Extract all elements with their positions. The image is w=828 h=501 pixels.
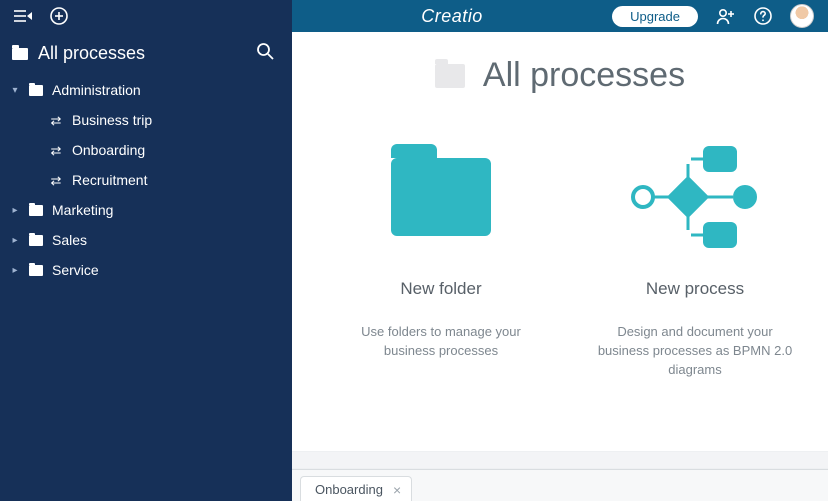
sidebar-item-label: Onboarding — [72, 142, 145, 158]
sidebar-item-label: Marketing — [52, 202, 113, 218]
help-icon[interactable] — [754, 7, 772, 25]
sidebar-item-label: Business trip — [72, 112, 152, 128]
process-icon: ⇄ — [48, 144, 64, 157]
sidebar-item-sales[interactable]: ▸ Sales — [6, 225, 284, 255]
sidebar-item-administration[interactable]: ▾ Administration — [6, 75, 284, 105]
chevron-right-icon: ▸ — [10, 205, 20, 216]
card-title: New folder — [334, 279, 548, 299]
menu-collapse-icon[interactable] — [14, 9, 32, 23]
sidebar-item-label: Administration — [52, 82, 141, 98]
topbar: Creatio Upgrade — [292, 0, 828, 32]
folder-icon — [28, 265, 44, 276]
chevron-right-icon: ▸ — [10, 235, 20, 246]
sidebar-item-service[interactable]: ▸ Service — [6, 255, 284, 285]
add-user-icon[interactable] — [716, 7, 736, 25]
chevron-down-icon: ▾ — [10, 85, 20, 96]
tab-onboarding[interactable]: Onboarding × — [300, 476, 412, 501]
tab-label: Onboarding — [315, 482, 383, 497]
card-new-folder[interactable]: New folder Use folders to manage your bu… — [334, 137, 548, 380]
sidebar-item-recruitment[interactable]: ⇄ Recruitment — [26, 165, 284, 195]
folder-icon — [391, 158, 491, 236]
sidebar-item-onboarding[interactable]: ⇄ Onboarding — [26, 135, 284, 165]
folder-icon — [12, 48, 28, 60]
upgrade-button[interactable]: Upgrade — [612, 6, 698, 27]
sidebar-item-label: Recruitment — [72, 172, 147, 188]
add-icon[interactable] — [50, 7, 68, 25]
sidebar-item-business-trip[interactable]: ⇄ Business trip — [26, 105, 284, 135]
folder-icon — [28, 205, 44, 216]
close-icon[interactable]: × — [393, 483, 401, 497]
content-area: All processes New folder Use folders to … — [292, 32, 828, 451]
tabstrip: Onboarding × — [292, 469, 828, 501]
sidebar: All processes ▾ Administration ⇄ — [0, 0, 292, 501]
card-desc: Design and document your business proces… — [588, 323, 802, 380]
folder-icon — [28, 235, 44, 246]
folder-icon — [435, 64, 465, 88]
folder-icon — [28, 85, 44, 96]
divider — [292, 451, 828, 469]
card-desc: Use folders to manage your business proc… — [334, 323, 548, 361]
avatar[interactable] — [790, 4, 814, 28]
sidebar-item-label: Service — [52, 262, 99, 278]
chevron-right-icon: ▸ — [10, 265, 20, 276]
card-new-process[interactable]: New process Design and document your bus… — [588, 137, 802, 380]
page-title: All processes — [483, 56, 685, 95]
sidebar-item-marketing[interactable]: ▸ Marketing — [6, 195, 284, 225]
card-title: New process — [588, 279, 802, 299]
search-icon[interactable] — [256, 42, 274, 65]
app-logo: Creatio — [292, 6, 612, 27]
sidebar-title: All processes — [38, 43, 145, 64]
sidebar-item-label: Sales — [52, 232, 87, 248]
process-icon: ⇄ — [48, 174, 64, 187]
process-diagram-icon — [625, 142, 765, 252]
process-icon: ⇄ — [48, 114, 64, 127]
